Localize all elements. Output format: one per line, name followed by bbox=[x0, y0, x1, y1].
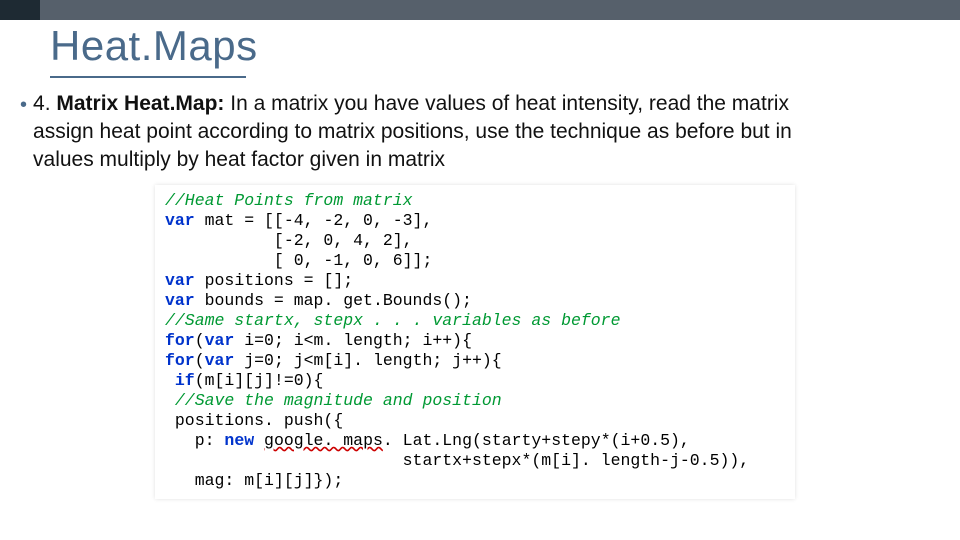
code-line: //Save the magnitude and position bbox=[165, 391, 502, 410]
code-text: (m[i][j]!=0){ bbox=[195, 371, 324, 390]
code-kw: if bbox=[175, 371, 195, 390]
code-kw: var bbox=[165, 211, 195, 230]
bullet-number: 4. bbox=[33, 92, 51, 115]
code-text: p: bbox=[165, 431, 224, 450]
code-text: mat = [[-4, -2, 0, -3], bbox=[195, 211, 433, 230]
code-kw: var bbox=[205, 331, 235, 350]
code-kw: var bbox=[205, 351, 235, 370]
code-text: [-2, 0, 4, 2], bbox=[165, 231, 413, 250]
bullet-item: • 4. Matrix Heat.Map: In a matrix you ha… bbox=[20, 90, 940, 174]
bullet-line-2: assign heat point according to matrix po… bbox=[33, 120, 792, 143]
slide-title: Heat.Maps bbox=[50, 22, 258, 70]
code-text: ( bbox=[195, 351, 205, 370]
code-text: i=0; i<m. length; i++){ bbox=[234, 331, 472, 350]
code-text bbox=[165, 371, 175, 390]
bullet-text: 4. Matrix Heat.Map: In a matrix you have… bbox=[33, 90, 792, 174]
code-text bbox=[254, 431, 264, 450]
code-line: //Heat Points from matrix bbox=[165, 191, 413, 210]
code-kw: for bbox=[165, 331, 195, 350]
top-bar bbox=[0, 0, 960, 20]
code-text: positions = []; bbox=[195, 271, 353, 290]
code-underlined: google. maps bbox=[264, 431, 383, 450]
code-text: j=0; j<m[i]. length; j++){ bbox=[234, 351, 501, 370]
bullet-rest-1: In a matrix you have values of heat inte… bbox=[230, 92, 789, 115]
code-kw: new bbox=[224, 431, 254, 450]
top-bar-tab bbox=[0, 0, 40, 20]
code-text: positions. push({ bbox=[165, 411, 343, 430]
code-text: . Lat.Lng(starty+stepy*(i+0.5), bbox=[383, 431, 690, 450]
code-text: mag: m[i][j]}); bbox=[165, 471, 343, 490]
body-content: • 4. Matrix Heat.Map: In a matrix you ha… bbox=[20, 90, 940, 174]
code-kw: var bbox=[165, 291, 195, 310]
code-line: //Same startx, stepx . . . variables as … bbox=[165, 311, 620, 330]
code-text: startx+stepx*(m[i]. length-j-0.5)), bbox=[165, 451, 749, 470]
code-text: bounds = map. get.Bounds(); bbox=[195, 291, 472, 310]
code-kw: var bbox=[165, 271, 195, 290]
bullet-dot: • bbox=[20, 90, 27, 119]
bullet-line-3: values multiply by heat factor given in … bbox=[33, 148, 445, 171]
title-underline bbox=[50, 76, 246, 78]
bullet-bold: Matrix Heat.Map: bbox=[56, 92, 224, 115]
code-text: ( bbox=[195, 331, 205, 350]
code-text: [ 0, -1, 0, 6]]; bbox=[165, 251, 432, 270]
code-block: //Heat Points from matrix var mat = [[-4… bbox=[155, 185, 795, 499]
code-kw: for bbox=[165, 351, 195, 370]
